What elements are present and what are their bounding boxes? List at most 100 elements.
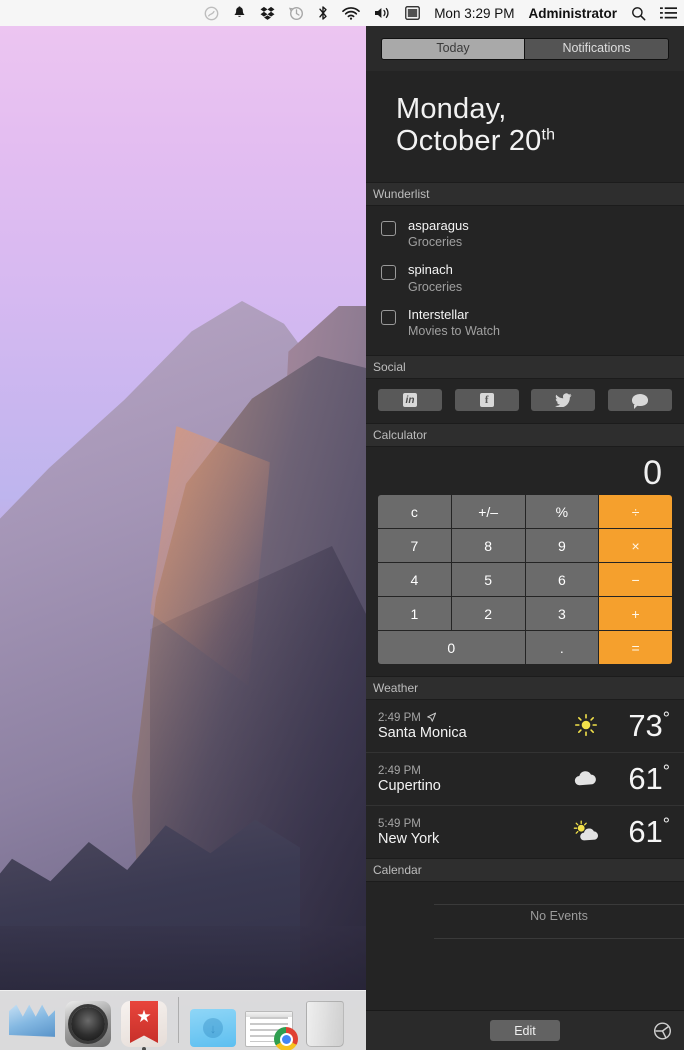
notification-center-footer: Edit [366, 1010, 684, 1050]
dock-item-automator[interactable] [6, 995, 58, 1047]
weather-row[interactable]: 2:49 PM Santa Monica 73° [366, 700, 684, 754]
checkbox[interactable] [381, 220, 396, 236]
document-window-icon [245, 1011, 298, 1050]
partly-cloudy-icon [566, 820, 606, 845]
section-header-calendar[interactable]: Calendar [366, 858, 684, 883]
section-header-social[interactable]: Social [366, 355, 684, 380]
edit-button[interactable]: Edit [490, 1020, 560, 1041]
tab-today[interactable]: Today [382, 38, 525, 59]
calc-key-3[interactable]: 3 [525, 597, 599, 631]
bell-icon[interactable] [226, 0, 253, 26]
linkedin-icon: in [403, 393, 417, 408]
wifi-icon[interactable] [335, 0, 367, 26]
section-title-calculator: Calculator [373, 428, 428, 443]
section-header-weather[interactable]: Weather [366, 676, 684, 701]
star-icon: ★ [136, 1007, 152, 1026]
notification-center-scroll-area[interactable]: Monday, October 20th Wunderlist asparagu… [366, 71, 684, 1010]
facebook-button[interactable]: f [454, 389, 519, 412]
calculator-display: 0 [643, 453, 662, 492]
weather-city: Santa Monica [378, 724, 467, 741]
message-button[interactable] [607, 389, 672, 412]
weather-row-left: 2:49 PM Cupertino [378, 765, 566, 794]
calc-key-5[interactable]: 5 [451, 563, 525, 597]
message-icon [631, 394, 648, 410]
dock-item-system-preferences[interactable] [62, 995, 114, 1047]
calc-key-1[interactable]: 1 [378, 597, 451, 631]
calc-key-divide[interactable]: ÷ [599, 495, 672, 529]
date-ordinal-suffix: th [541, 126, 556, 144]
weather-row[interactable]: 2:49 PM Cupertino 61° [366, 753, 684, 807]
calc-key-sign[interactable]: +/– [451, 495, 525, 529]
calc-key-7[interactable]: 7 [378, 529, 451, 563]
weather-time-wrap: 2:49 PM [378, 765, 566, 777]
calc-key-clear[interactable]: c [378, 495, 451, 529]
segmented-control: Today Notifications [381, 37, 669, 60]
menu-bar-clock[interactable]: Mon 3:29 PM [427, 0, 521, 26]
bluetooth-icon[interactable] [311, 0, 335, 26]
section-header-wunderlist[interactable]: Wunderlist [366, 181, 684, 206]
input-source-icon[interactable] [398, 0, 427, 26]
notification-center-icon[interactable] [653, 0, 684, 26]
tab-notifications[interactable]: Notifications [525, 38, 668, 59]
shazam-icon[interactable] [197, 0, 226, 26]
weather-temp-value: 61 [628, 814, 663, 850]
weather-temp: 61° [606, 761, 670, 797]
widget-settings-icon[interactable] [653, 1021, 672, 1040]
calc-key-percent[interactable]: % [525, 495, 599, 529]
calc-key-equals[interactable]: = [599, 631, 672, 665]
dock-item-downloads[interactable]: ↓ [187, 995, 239, 1047]
section-body-wunderlist: asparagus Groceries spinach Groceries In… [366, 205, 684, 356]
menu-bar-user[interactable]: Administrator [521, 0, 624, 26]
checkbox[interactable] [381, 309, 396, 325]
calc-key-minus[interactable]: − [599, 563, 672, 597]
weather-row[interactable]: 5:49 PM New York 61° [366, 806, 684, 858]
weather-time: 2:49 PM [378, 764, 421, 777]
weather-temp-value: 61 [628, 761, 663, 797]
task-list-name: Groceries [408, 279, 463, 294]
list-item[interactable]: spinach Groceries [366, 256, 684, 301]
chrome-icon [274, 1027, 298, 1050]
calc-key-9[interactable]: 9 [525, 529, 599, 563]
dock-item-wunderlist[interactable]: ★ [118, 995, 170, 1050]
weather-temp-value: 73 [628, 708, 663, 744]
calc-key-plus[interactable]: + [599, 597, 672, 631]
sunny-icon [566, 713, 606, 740]
calendar-empty-text: No Events [530, 909, 588, 924]
section-title-wunderlist: Wunderlist [373, 186, 430, 201]
linkedin-button[interactable]: in [378, 389, 442, 412]
degree-symbol: ° [662, 709, 670, 730]
calc-key-2[interactable]: 2 [451, 597, 525, 631]
weather-time: 5:49 PM [378, 817, 421, 830]
today-date-header: Monday, October 20th [366, 71, 684, 182]
task-title: Interstellar [408, 306, 469, 322]
dropbox-icon[interactable] [253, 0, 282, 26]
search-icon[interactable] [624, 0, 653, 26]
calc-key-decimal[interactable]: . [525, 631, 599, 665]
section-body-weather: 2:49 PM Santa Monica 73° 2:49 PM Cuperti… [366, 700, 684, 859]
list-item[interactable]: Interstellar Movies to Watch [366, 301, 684, 346]
desktop-wallpaper: ★ ↓ [0, 26, 366, 1050]
list-item[interactable]: asparagus Groceries [366, 212, 684, 257]
calc-key-8[interactable]: 8 [451, 529, 525, 563]
checkbox[interactable] [381, 265, 396, 281]
volume-icon[interactable] [367, 0, 398, 26]
dock-item-document-window[interactable] [243, 995, 298, 1050]
calc-key-6[interactable]: 6 [525, 563, 599, 597]
dock-separator [178, 997, 179, 1043]
twitter-button[interactable] [531, 389, 596, 412]
notification-center-panel: Today Notifications Monday, October 20th… [366, 26, 684, 1050]
section-header-calculator[interactable]: Calculator [366, 423, 684, 448]
automator-icon [9, 1004, 55, 1037]
section-body-calendar: No Events [366, 882, 684, 961]
date-weekday: Monday, [396, 93, 507, 125]
time-machine-icon[interactable] [282, 0, 311, 26]
task-list-name: Groceries [408, 235, 463, 250]
calc-key-0[interactable]: 0 [378, 631, 525, 665]
calendar-widget: No Events [366, 882, 684, 960]
weather-temp: 73° [606, 708, 670, 744]
weather-temp: 61° [606, 814, 670, 850]
calc-key-4[interactable]: 4 [378, 563, 451, 597]
calc-key-multiply[interactable]: × [599, 529, 672, 563]
dock-item-trash[interactable] [299, 995, 351, 1047]
weather-row-left: 2:49 PM Santa Monica [378, 712, 566, 741]
